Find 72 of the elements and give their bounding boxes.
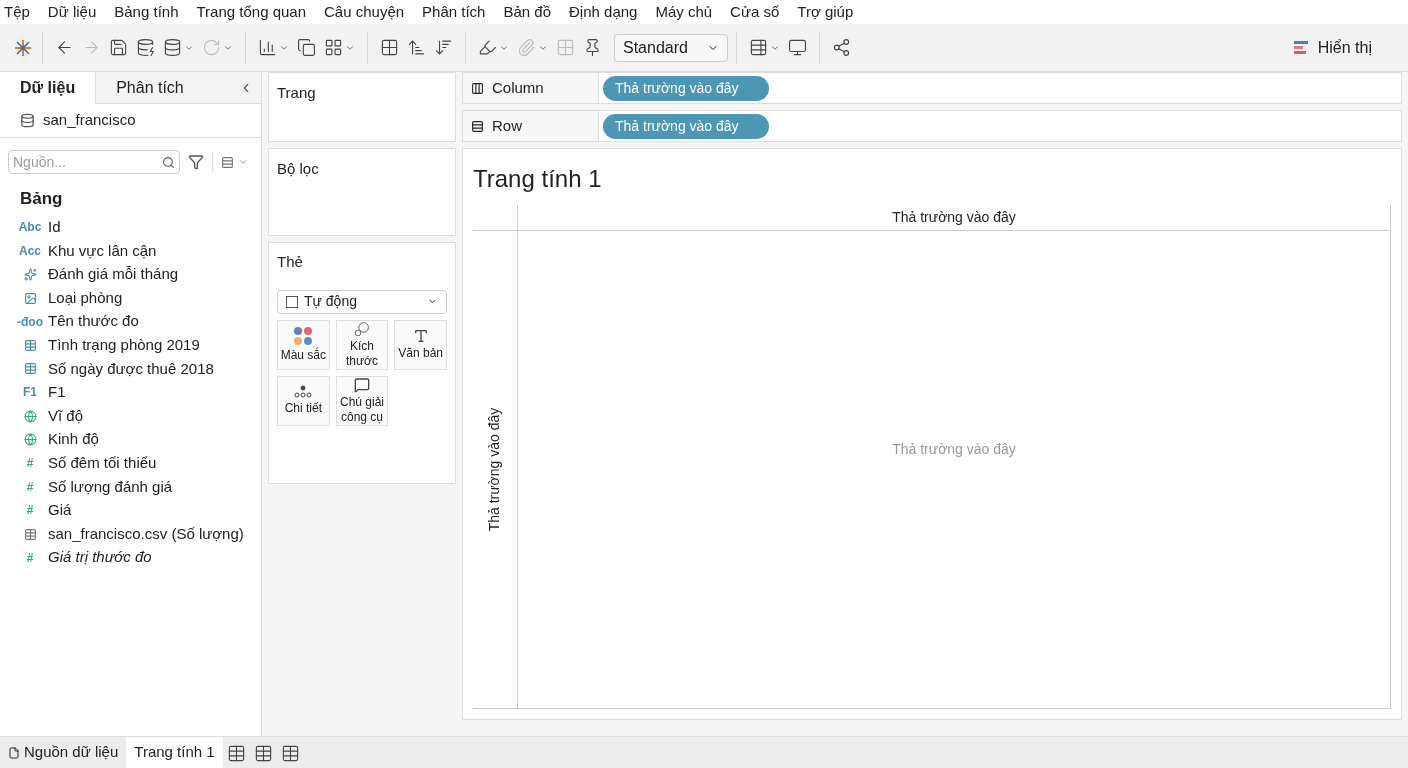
field-type-icon: -đoo (16, 312, 44, 331)
field-item[interactable]: Đánh giá mỗi tháng (48, 263, 179, 286)
field-item[interactable]: F1 (48, 381, 66, 404)
menu-item[interactable]: Trợ giúp (797, 0, 854, 24)
field-item[interactable]: Số đêm tối thiểu (48, 452, 157, 475)
data-source-name[interactable]: san_francisco (43, 109, 136, 132)
mark-button[interactable]: Màu sắc (277, 319, 330, 370)
card-title: Bộ lọc (277, 160, 319, 177)
field-item[interactable]: Giá (48, 499, 72, 522)
bars-icon (1293, 39, 1310, 56)
data-source-icon (20, 113, 35, 128)
field-item[interactable]: Số lượng đánh giá (48, 475, 173, 499)
field-type-icon: Abc (16, 218, 44, 237)
menu-item[interactable]: Máy chủ (655, 0, 713, 24)
sheet-tab[interactable]: Trang tính 1 (126, 737, 223, 768)
search-input[interactable]: Nguồn... (13, 151, 162, 173)
field-item[interactable]: Số ngày được thuê 2018 (48, 357, 214, 381)
mark-button[interactable]: Chi tiết (277, 375, 330, 426)
drop-zone-label: Thả trường vào đây (892, 208, 1016, 227)
sheet-tab[interactable]: Nguồn dữ liệu (0, 737, 127, 768)
drop-zone-label: Thả trường vào đây (485, 407, 504, 532)
menu-item[interactable]: Trang tổng quan (196, 0, 306, 24)
section-heading: Bảng (19, 188, 64, 210)
field-type-icon: # (16, 501, 44, 520)
text-icon (412, 328, 429, 344)
view-options-icon[interactable] (221, 155, 248, 169)
search-icon (162, 155, 175, 169)
drop-zone-label: Thả trường vào đây (892, 440, 1016, 459)
menu-item[interactable]: Định dạng (569, 0, 638, 24)
field-type-icon: # (16, 477, 44, 496)
card-title: Thẻ (277, 252, 304, 272)
menu-item[interactable]: Phân tích (422, 0, 486, 24)
columns-icon (471, 81, 484, 95)
menu-item[interactable]: Bản đồ (503, 0, 551, 24)
menu-item[interactable]: Dữ liệu (47, 0, 97, 24)
field-type-icon: # (16, 548, 44, 567)
menu-item[interactable]: Câu chuyện (324, 0, 405, 24)
field-type-icon: # (16, 454, 44, 473)
rows-icon (471, 119, 484, 133)
square-icon (286, 295, 298, 308)
field-item[interactable]: Tên thước đo (48, 310, 139, 333)
field-item[interactable]: Khu vực lân cận (48, 239, 157, 263)
field-item[interactable]: Tình trạng phòng 2019 (48, 334, 200, 357)
sheet-title: Trang tính 1 (473, 164, 603, 194)
fit-dropdown[interactable]: Standard (614, 33, 728, 62)
field-type-icon: Acc (16, 241, 44, 260)
card-title: Trang (277, 84, 316, 101)
field-item[interactable]: san_francisco.csv (Số lượng) (48, 522, 244, 546)
menu-item[interactable]: Tệp (4, 0, 30, 24)
mark-type-dropdown[interactable]: Tự động (277, 289, 447, 314)
shelf-label: Row (463, 111, 599, 141)
menu-item[interactable]: Bảng tính (114, 0, 179, 24)
pane-tab[interactable]: Dữ liệu (0, 72, 96, 104)
search-field[interactable]: Nguồn... (8, 150, 180, 174)
detail-dots-icon (293, 385, 314, 399)
shelf-label: Column (463, 73, 599, 103)
filter-icon[interactable] (188, 154, 204, 170)
field-item[interactable]: Giá trị thước đo (48, 546, 152, 569)
document-icon (8, 746, 20, 759)
field-item[interactable]: Kinh độ (48, 428, 99, 451)
mark-button[interactable]: Chú giải công cụ (335, 375, 389, 426)
field-item[interactable]: Vĩ độ (48, 404, 84, 428)
field-item[interactable]: Id (48, 216, 61, 239)
field-type-icon: F1 (16, 383, 44, 402)
show-me-button[interactable]: Hiển thị (1293, 35, 1372, 60)
tooltip-icon (354, 376, 370, 393)
field-item[interactable]: Loại phòng (48, 286, 123, 310)
mark-button[interactable]: Kích thước (335, 319, 389, 370)
menu-item[interactable]: Cửa sổ (730, 0, 780, 24)
mark-button[interactable]: Văn bản (394, 319, 447, 370)
color-dots-icon (293, 326, 314, 346)
circles-icon (352, 320, 372, 337)
